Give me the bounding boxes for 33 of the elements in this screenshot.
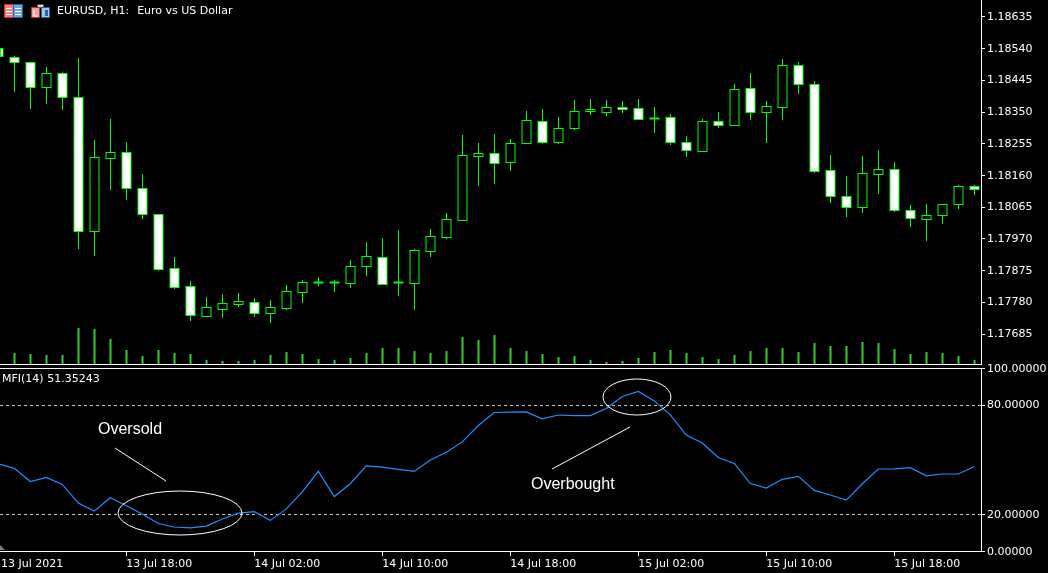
symbol-label: EURUSD, H1: [57,4,130,18]
mfi-axis-label: 100.00000 [987,361,1047,375]
time-axis-label: 14 Jul 18:00 [510,556,577,570]
price-axis-label: 1.18540 [987,41,1033,55]
mfi-axis-label: 80.00000 [987,398,1040,412]
time-axis-label: 15 Jul 10:00 [766,556,833,570]
symbol-description: Euro vs US Dollar [137,4,233,18]
annotation-label: Overbought [531,474,615,492]
price-axis-label: 1.18255 [987,136,1033,150]
leader-line [114,447,167,482]
time-axis-label: 15 Jul 18:00 [894,556,961,570]
price-axis-label: 1.17780 [987,295,1033,309]
time-axis-label: 13 Jul 2021 [1,556,64,570]
time-axis-label: 13 Jul 18:00 [126,556,193,570]
blocks-icon[interactable] [31,4,50,18]
price-axis-label: 1.17685 [987,327,1033,341]
annotation-label: Oversold [98,419,163,437]
price-axis-label: 1.18350 [987,105,1033,119]
table-icon[interactable] [4,4,23,18]
mfi-axis-label: 20.00000 [987,507,1040,521]
time-axis-label: 14 Jul 10:00 [382,556,449,570]
indicator-label: MFI(14) 51.35243 [2,371,100,385]
time-axis-label: 15 Jul 02:00 [638,556,705,570]
price-axis-label: 1.18635 [987,9,1033,23]
time-axis-label: 14 Jul 02:00 [254,556,321,570]
price-axis-label: 1.18160 [987,168,1033,182]
price-axis-label: 1.17970 [987,231,1033,245]
triangle-icon [0,545,5,550]
mfi-axis-label: 0.00000 [987,544,1033,558]
price-axis-label: 1.18065 [987,200,1033,214]
price-axis-label: 1.17875 [987,263,1033,277]
highlight-ellipse [602,378,672,416]
price-axis-label: 1.18445 [987,73,1033,87]
